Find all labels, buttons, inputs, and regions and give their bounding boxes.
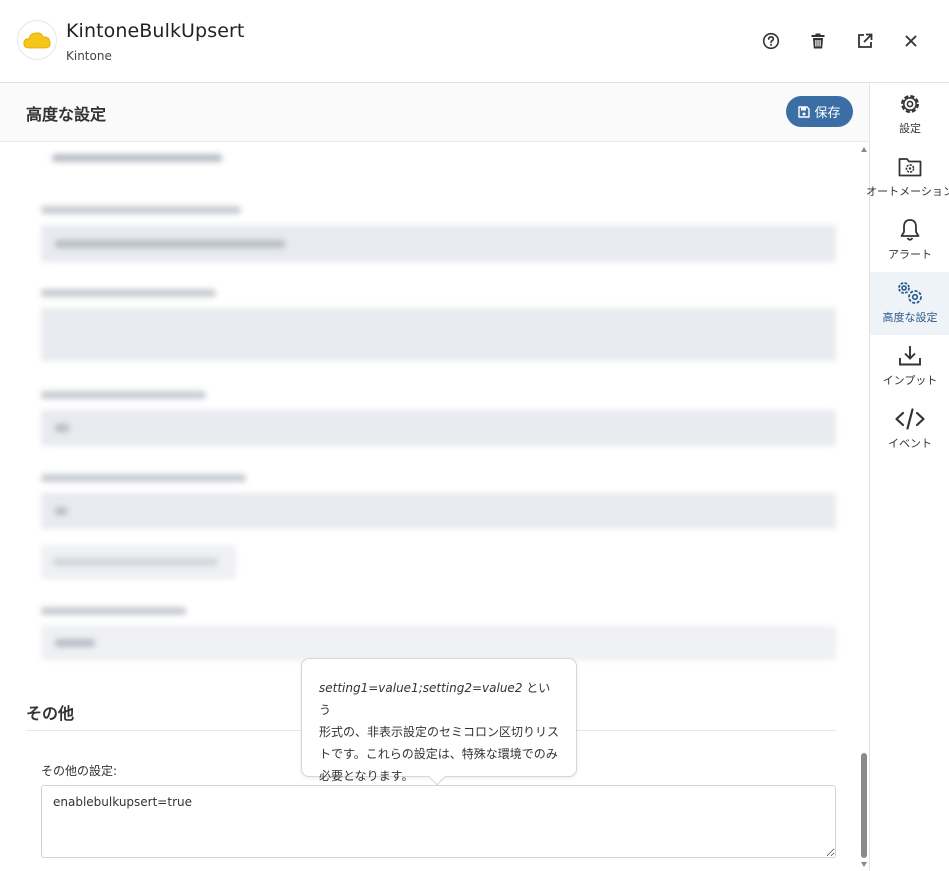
save-icon	[798, 105, 811, 118]
blurred-option	[52, 154, 222, 162]
nav-item-automation[interactable]: オートメーション	[866, 146, 949, 209]
blurred-label	[41, 391, 206, 399]
other-section-title: その他	[26, 704, 75, 723]
app-title: KintoneBulkUpsert	[66, 20, 245, 42]
trash-icon	[811, 33, 825, 49]
nav-item-event[interactable]: イベント	[870, 398, 949, 461]
close-icon	[905, 35, 917, 47]
blurred-field	[41, 308, 836, 361]
app-header: KintoneBulkUpsert Kintone	[0, 0, 949, 83]
nav-item-advanced-settings[interactable]: 高度な設定	[870, 272, 949, 335]
app-subtitle: Kintone	[66, 49, 112, 63]
open-external-button[interactable]	[853, 29, 877, 53]
blurred-label	[41, 474, 246, 482]
nav-label: 高度な設定	[882, 311, 938, 324]
save-button-label: 保存	[814, 106, 841, 121]
nav-label: イベント	[888, 437, 932, 450]
blurred-settings-area	[0, 143, 860, 663]
folder-gear-icon	[898, 158, 922, 177]
nav-label: アラート	[888, 248, 932, 261]
section-title: 高度な設定	[26, 105, 107, 124]
section-header: 高度な設定 保存	[0, 83, 869, 142]
tooltip-code: setting1=value1;setting2=value2	[319, 681, 523, 695]
side-navigation: 設定 オートメーション アラート 高度な設定 インプット イベント	[866, 83, 949, 871]
close-button[interactable]	[899, 29, 923, 53]
help-tooltip: setting1=value1;setting2=value2 という 形式の、…	[301, 658, 577, 786]
blurred-field	[41, 225, 836, 262]
bell-icon	[900, 219, 920, 241]
tooltip-line3: トです。これらの設定は、特殊な環境でのみ	[319, 747, 558, 761]
tooltip-line2: 形式の、非表示設定のセミコロン区切りリス	[319, 725, 560, 739]
scroll-down-arrow[interactable]	[861, 862, 867, 867]
scroll-thumb[interactable]	[861, 753, 867, 858]
other-settings-textarea[interactable]	[41, 785, 836, 858]
cloud-logo-icon	[23, 32, 51, 49]
gears-icon	[898, 282, 922, 304]
nav-item-settings[interactable]: 設定	[870, 83, 949, 146]
download-icon	[899, 346, 921, 366]
scroll-up-arrow[interactable]	[861, 147, 867, 152]
nav-item-alert[interactable]: アラート	[870, 209, 949, 272]
nav-label: 設定	[899, 122, 921, 135]
nav-label: オートメーション	[866, 185, 949, 198]
blurred-label	[41, 289, 216, 297]
gear-icon	[901, 95, 919, 113]
external-link-icon	[858, 33, 873, 48]
blurred-label	[41, 607, 186, 615]
app-logo	[17, 20, 57, 60]
blurred-button	[41, 545, 236, 579]
save-button[interactable]: 保存	[786, 96, 853, 127]
nav-label: インプット	[882, 374, 938, 387]
nav-item-input[interactable]: インプット	[870, 335, 949, 398]
blurred-label	[41, 206, 241, 214]
code-icon	[895, 408, 925, 430]
help-button[interactable]	[759, 29, 783, 53]
scrollbar[interactable]	[860, 143, 869, 871]
help-icon	[762, 32, 780, 50]
blurred-field	[41, 626, 836, 660]
blurred-field	[41, 493, 836, 529]
blurred-field	[41, 410, 836, 446]
other-settings-label: その他の設定:	[41, 764, 118, 778]
delete-button[interactable]	[806, 29, 830, 53]
